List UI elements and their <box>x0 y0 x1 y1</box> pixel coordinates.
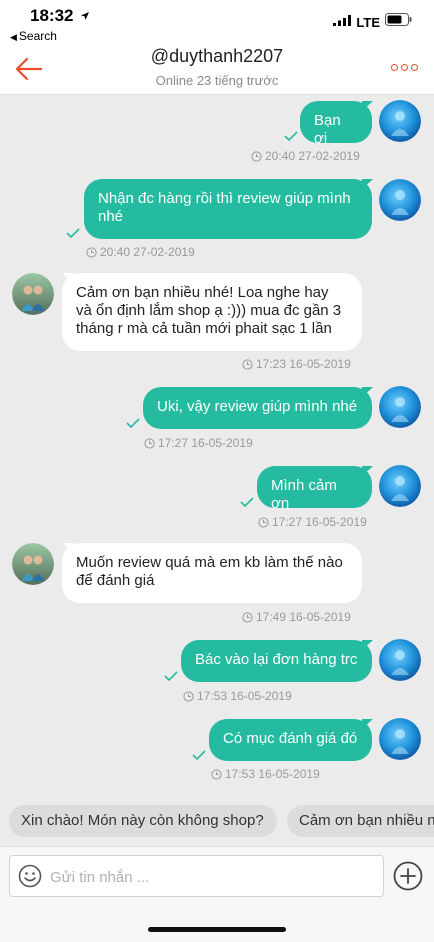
check-icon <box>240 494 254 512</box>
quick-reply-chip[interactable]: Xin chào! Món này còn không shop? <box>9 805 277 837</box>
clock-icon <box>242 358 253 370</box>
check-icon <box>66 225 80 243</box>
avatar[interactable] <box>379 639 421 681</box>
bubble-tail <box>362 179 373 189</box>
avatar[interactable] <box>379 100 421 142</box>
more-icon[interactable] <box>391 64 418 71</box>
message-timestamp: 20:40 27-02-2019 <box>251 149 360 163</box>
add-icon[interactable] <box>393 861 423 896</box>
bubble-tail <box>362 466 373 476</box>
back-to-search-link[interactable]: ◀ Search <box>10 29 57 43</box>
message-timestamp: 17:49 16-05-2019 <box>242 610 351 624</box>
clock-icon <box>211 768 222 780</box>
battery-icon <box>385 13 412 31</box>
clock-icon <box>258 516 269 528</box>
message-bubble[interactable]: Bác vào lại đơn hàng trc <box>181 640 372 682</box>
message-input[interactable] <box>48 856 372 898</box>
online-status: Online 23 tiếng trước <box>155 73 279 88</box>
check-icon <box>164 668 178 686</box>
location-arrow-icon <box>80 8 90 26</box>
clock-icon <box>183 690 194 702</box>
avatar[interactable] <box>379 718 421 760</box>
avatar[interactable] <box>379 386 421 428</box>
clock-icon <box>251 150 262 162</box>
bubble-tail <box>362 719 373 729</box>
emoji-icon[interactable] <box>18 864 42 893</box>
message-timestamp: 17:23 16-05-2019 <box>242 357 351 371</box>
bubble-tail <box>362 387 373 397</box>
message-field[interactable] <box>9 855 384 898</box>
check-icon <box>284 128 298 146</box>
network-label: LTE <box>356 14 380 30</box>
status-time: 18:32 <box>30 6 74 25</box>
avatar[interactable] <box>379 465 421 507</box>
status-indicators: LTE <box>333 13 412 31</box>
message-bubble[interactable]: Nhận đc hàng rồi thì review giúp mình nh… <box>84 179 372 239</box>
avatar[interactable] <box>12 543 54 585</box>
chat-title: @duythanh2207 <box>150 46 284 66</box>
message-bubble[interactable]: Cảm ơn bạn nhiều nhé! Loa nghe hay và ổn… <box>62 273 362 351</box>
bubble-tail <box>362 640 373 650</box>
message-bubble[interactable]: Uki, vậy review giúp mình nhé <box>143 387 372 429</box>
clock-icon <box>86 246 97 258</box>
home-indicator <box>148 927 286 932</box>
message-timestamp: 20:40 27-02-2019 <box>86 245 195 259</box>
clock-icon <box>242 611 253 623</box>
message-timestamp: 17:27 16-05-2019 <box>258 515 367 529</box>
message-bubble[interactable]: Muốn review quá mà em kb làm thế nào để … <box>62 543 362 603</box>
bubble-tail <box>362 101 373 111</box>
avatar[interactable] <box>12 273 54 315</box>
back-triangle-icon: ◀ <box>10 32 17 42</box>
check-icon <box>126 415 140 433</box>
message-bubble[interactable]: Có mục đánh giá đó <box>209 719 372 761</box>
message-bubble[interactable]: Mình cảm ơn <box>257 466 372 512</box>
message-timestamp: 17:53 16-05-2019 <box>183 689 292 703</box>
message-timestamp: 17:27 16-05-2019 <box>144 436 253 450</box>
top-bar: 18:32 ◀ Search LTE @duythanh2207 Online 2… <box>0 0 434 95</box>
signal-icon <box>333 13 352 31</box>
clock-icon <box>144 437 155 449</box>
avatar[interactable] <box>379 179 421 221</box>
quick-reply-chip[interactable]: Cảm ơn bạn nhiều n <box>287 805 434 837</box>
message-timestamp: 17:53 16-05-2019 <box>211 767 320 781</box>
check-icon <box>192 747 206 765</box>
